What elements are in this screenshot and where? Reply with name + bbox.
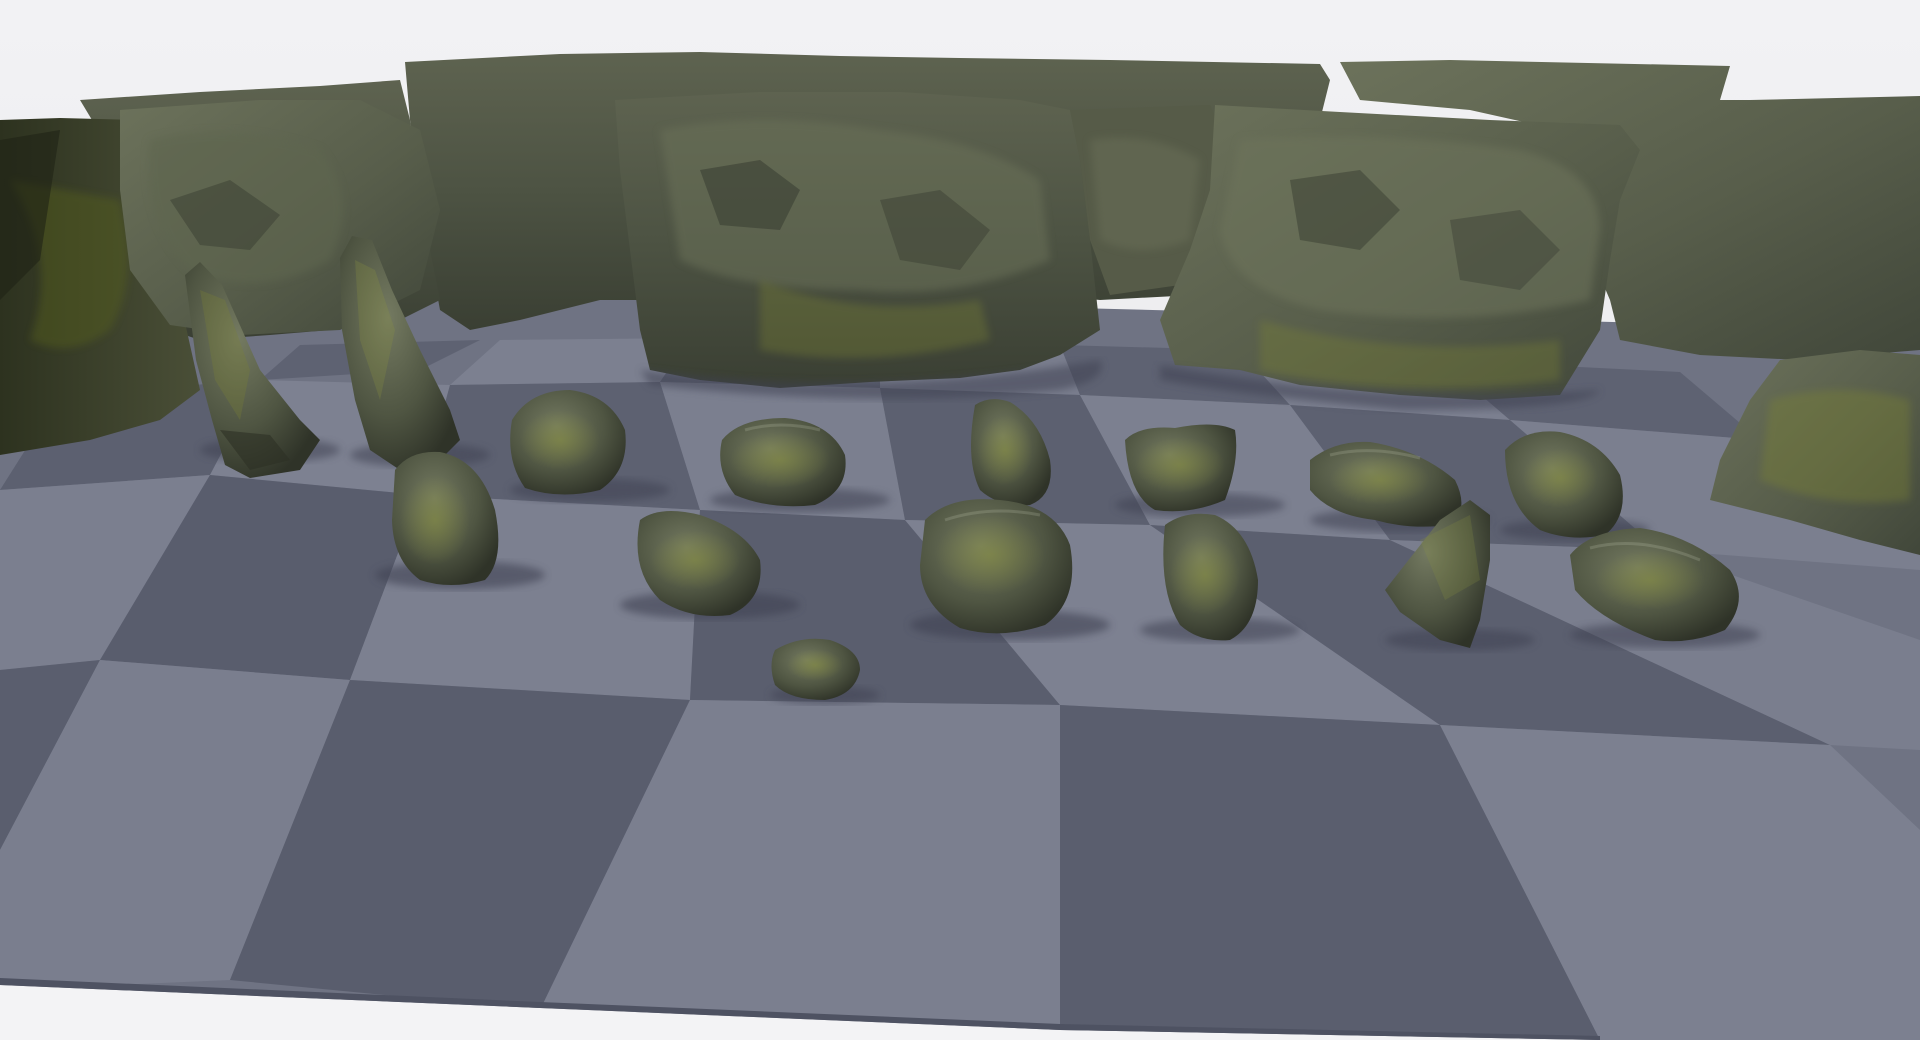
scene-canvas[interactable] [0,0,1920,1040]
cliff-center-right [1160,105,1640,400]
cliff-center-left [615,92,1100,388]
viewport-3d[interactable] [0,0,1920,1040]
